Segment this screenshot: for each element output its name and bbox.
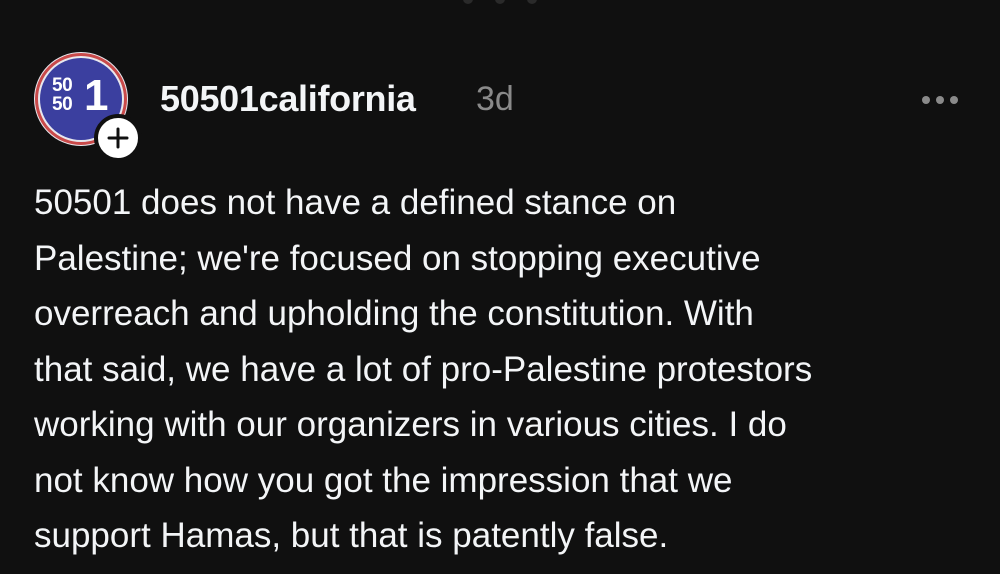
plus-icon xyxy=(107,127,129,149)
post: 50 50 1 50501california 3d 50501 does no… xyxy=(0,0,1000,574)
logo-text-small: 50 50 xyxy=(52,75,73,115)
follow-button[interactable] xyxy=(94,114,142,162)
post-body: 50501 does not have a defined stance on … xyxy=(34,183,813,555)
logo-text-big: 1 xyxy=(84,71,109,120)
avatar-container: 50 50 1 xyxy=(34,52,142,162)
more-horizontal-icon xyxy=(922,96,958,104)
username[interactable]: 50501california xyxy=(160,78,416,120)
post-timestamp: 3d xyxy=(476,80,514,118)
more-options-button[interactable] xyxy=(916,86,964,114)
